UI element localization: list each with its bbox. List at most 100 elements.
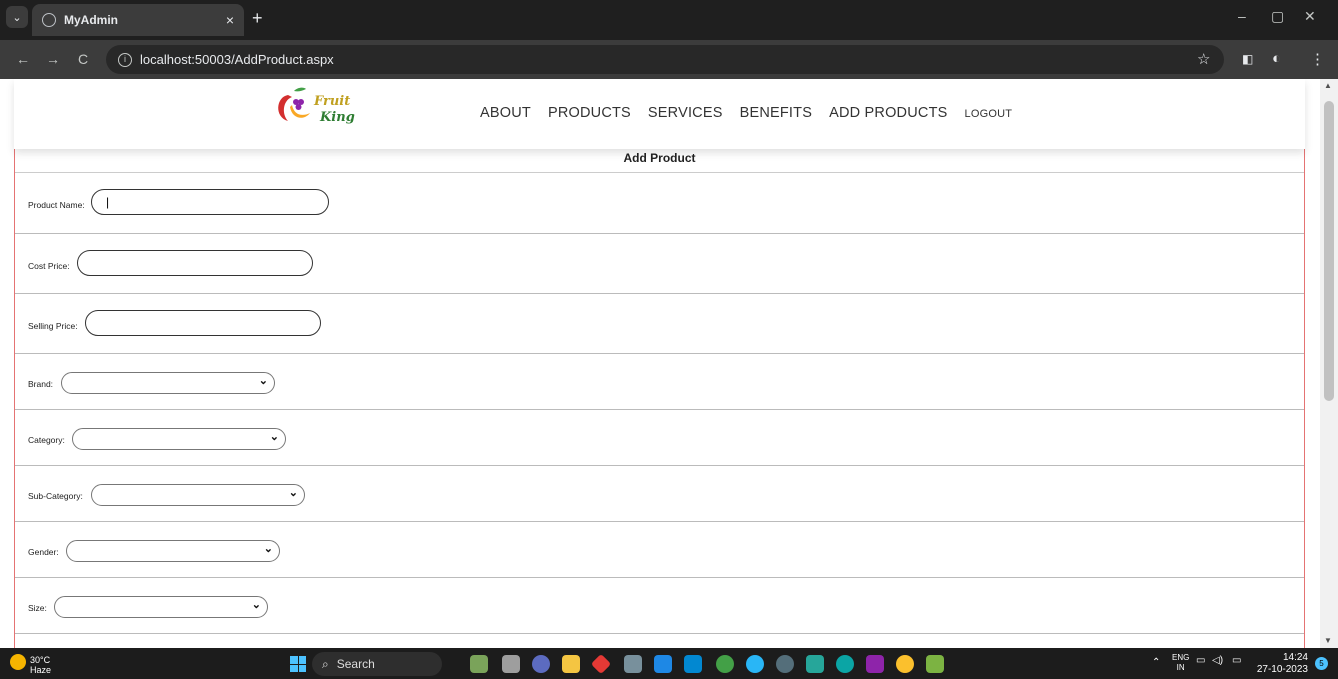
- tray-chevron-up-icon[interactable]: ⌃: [1152, 657, 1160, 668]
- task-view-icon[interactable]: [502, 655, 520, 673]
- file-explorer-icon[interactable]: [562, 655, 580, 673]
- fruit-king-logo[interactable]: Fruit King: [270, 83, 362, 129]
- nav-about[interactable]: ABOUT: [480, 105, 531, 121]
- form-row-gender: Gender: ⌄: [15, 522, 1304, 578]
- form-row-size: Size: ⌄: [15, 578, 1304, 634]
- chevron-down-icon: ⌄: [269, 431, 279, 443]
- lang-top: ENG: [1172, 653, 1190, 662]
- widget-app-icon[interactable]: [470, 655, 488, 673]
- weather-condition: Haze: [30, 665, 52, 675]
- language-indicator[interactable]: ENG IN: [1172, 653, 1189, 673]
- site-info-icon[interactable]: i: [118, 52, 132, 67]
- weather-sun-icon: [10, 654, 26, 670]
- form-row-selling-price: Selling Price:: [15, 294, 1304, 354]
- category-label: Category:: [28, 435, 65, 445]
- form-row-sub-category: Sub-Category: ⌄: [15, 466, 1304, 522]
- edge-icon[interactable]: [836, 655, 854, 673]
- lang-bottom: IN: [1176, 663, 1185, 672]
- chevron-down-icon: ⌄: [251, 599, 261, 611]
- back-button[interactable]: ←: [16, 51, 30, 67]
- browser-toolbar: ← → C i localhost:50003/AddProduct.aspx …: [0, 40, 1338, 79]
- sub-category-select[interactable]: ⌄: [91, 484, 305, 506]
- page-scrollbar[interactable]: ▲ ▼: [1320, 79, 1338, 648]
- tab-strip: ⌄ MyAdmin × + – ▢ ✕: [0, 0, 1338, 40]
- nav-add-products[interactable]: ADD PRODUCTS: [829, 105, 947, 121]
- browser-tab[interactable]: MyAdmin ×: [32, 4, 244, 36]
- nav-benefits[interactable]: BENEFITS: [740, 105, 813, 121]
- whatsapp-icon[interactable]: [716, 655, 734, 673]
- page-viewport: Fruit King ABOUT PRODUCTS SERVICES BENEF…: [0, 79, 1338, 648]
- search-icon: ⌕: [322, 656, 329, 671]
- scroll-up-arrow-icon[interactable]: ▲: [1324, 81, 1332, 90]
- product-name-label: Product Name:: [28, 200, 85, 210]
- notification-badge[interactable]: 5: [1315, 657, 1328, 670]
- site-header: Fruit King ABOUT PRODUCTS SERVICES BENEF…: [14, 79, 1305, 149]
- form-row-brand: Brand: ⌄: [15, 354, 1304, 410]
- category-select[interactable]: ⌄: [72, 428, 286, 450]
- gender-label: Gender:: [28, 547, 59, 557]
- nav-services[interactable]: SERVICES: [648, 105, 723, 121]
- cost-price-label: Cost Price:: [28, 261, 70, 271]
- size-label: Size:: [28, 603, 47, 613]
- clock-time: 14:24: [1282, 652, 1308, 663]
- form-row-cost-price: Cost Price:: [15, 234, 1304, 294]
- gender-select[interactable]: ⌄: [66, 540, 280, 562]
- media-player-icon[interactable]: [654, 655, 672, 673]
- weather-temp: 30°C: [30, 655, 51, 665]
- selling-price-input[interactable]: [85, 310, 321, 336]
- app-diamond-icon[interactable]: [590, 653, 612, 675]
- windows-start-icon[interactable]: [290, 656, 306, 672]
- chevron-down-icon: ⌄: [288, 487, 298, 499]
- nav-logout[interactable]: LOGOUT: [965, 108, 1013, 121]
- browser-menu-icon[interactable]: ⋮: [1310, 50, 1325, 68]
- maximize-button[interactable]: ▢: [1271, 8, 1284, 25]
- product-name-input[interactable]: [91, 189, 329, 215]
- browser-chrome: ⌄ MyAdmin × + – ▢ ✕ ← → C i localhost:50…: [0, 0, 1338, 79]
- battery-icon[interactable]: ▭: [1232, 655, 1241, 666]
- add-product-form: Add Product Product Name: Cost Price: Se…: [14, 147, 1305, 648]
- brand-label: Brand:: [28, 379, 54, 389]
- chevron-down-icon: ⌄: [263, 543, 273, 555]
- minimize-button[interactable]: –: [1238, 8, 1246, 24]
- taskbar: 30°C Haze ⌕ Search ⌃ ENG IN ▭ ◁) ▭ 14:24…: [0, 648, 1338, 679]
- app-squares-icon[interactable]: [926, 655, 944, 673]
- cost-price-input[interactable]: [77, 250, 313, 276]
- size-select[interactable]: ⌄: [54, 596, 268, 618]
- nav-products[interactable]: PRODUCTS: [548, 105, 631, 121]
- svg-text:King: King: [319, 110, 355, 125]
- taskbar-search-label: Search: [336, 657, 375, 671]
- brand-select[interactable]: ⌄: [61, 372, 275, 394]
- address-bar[interactable]: i localhost:50003/AddProduct.aspx: [106, 45, 1224, 74]
- tab-close-icon[interactable]: ×: [226, 12, 234, 28]
- close-window-button[interactable]: ✕: [1304, 8, 1316, 25]
- forward-button[interactable]: →: [46, 51, 60, 67]
- chatgpt-icon[interactable]: [806, 655, 824, 673]
- new-tab-button[interactable]: +: [252, 8, 263, 29]
- visual-studio-icon[interactable]: [866, 655, 884, 673]
- url-text: localhost:50003/AddProduct.aspx: [140, 52, 334, 67]
- clock-date: 27-10-2023: [1256, 664, 1308, 675]
- mail-icon[interactable]: [684, 655, 702, 673]
- form-title: Add Product: [15, 147, 1304, 173]
- gauge-icon[interactable]: [776, 655, 794, 673]
- tab-title: MyAdmin: [64, 13, 118, 27]
- main-nav: ABOUT PRODUCTS SERVICES BENEFITS ADD PRO…: [480, 105, 1029, 121]
- scroll-thumb[interactable]: [1324, 101, 1334, 401]
- bookmark-star-icon[interactable]: ☆: [1197, 50, 1210, 68]
- network-icon[interactable]: ▭: [1196, 655, 1205, 666]
- volume-icon[interactable]: ◁): [1212, 655, 1223, 666]
- system-clock[interactable]: 14:24 27-10-2023: [1257, 652, 1308, 676]
- chevron-down-icon: ⌄: [258, 375, 268, 387]
- globe-icon: [42, 13, 56, 27]
- chrome-icon[interactable]: [896, 655, 914, 673]
- scroll-down-arrow-icon[interactable]: ▼: [1324, 636, 1332, 645]
- teams-icon[interactable]: [532, 655, 550, 673]
- camera-icon[interactable]: [624, 655, 642, 673]
- svg-text:Fruit: Fruit: [313, 94, 350, 109]
- app-circle-icon[interactable]: [746, 655, 764, 673]
- reload-button[interactable]: C: [78, 51, 88, 67]
- side-panel-icon[interactable]: ◧: [1242, 52, 1253, 66]
- taskbar-search[interactable]: ⌕ Search: [312, 652, 442, 676]
- profile-avatar[interactable]: ◐: [1272, 50, 1281, 67]
- tab-search-button[interactable]: ⌄: [6, 6, 28, 28]
